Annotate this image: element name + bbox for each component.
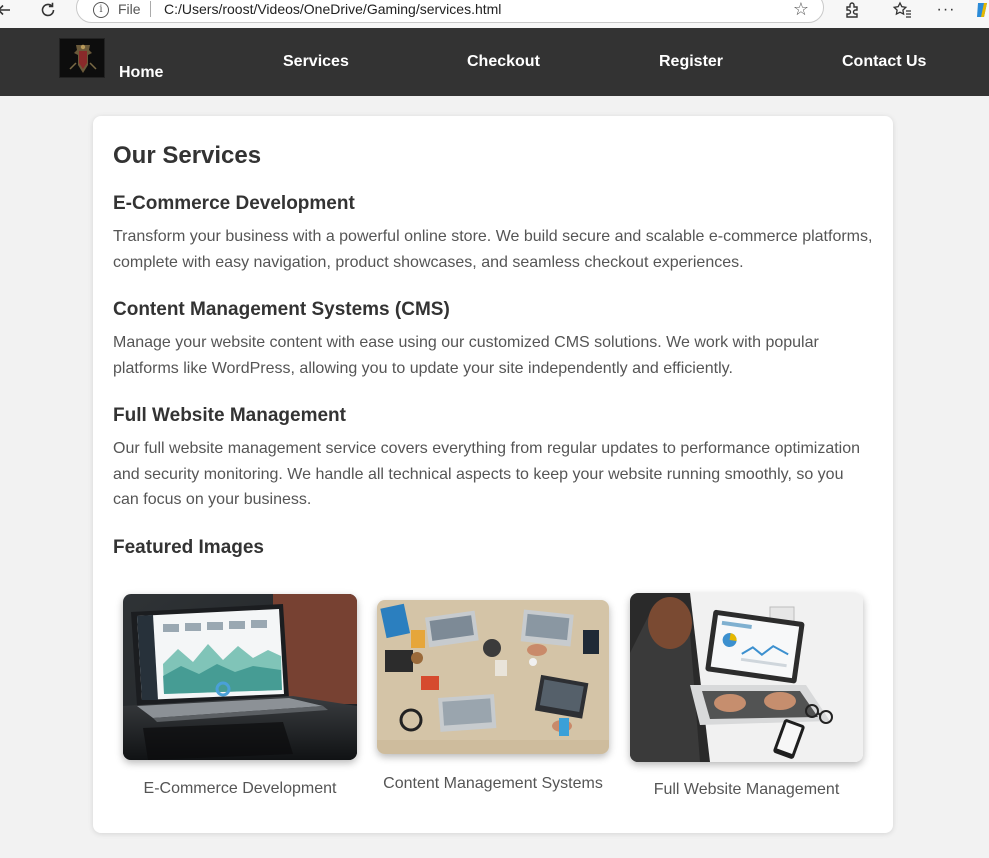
copilot-icon[interactable]	[975, 0, 989, 20]
nav-contact-us[interactable]: Contact Us	[842, 53, 926, 71]
star-icon[interactable]: ☆	[793, 0, 809, 20]
nav-home[interactable]: Home	[119, 64, 163, 82]
address-bar[interactable]: i File C:/Users/roost/Videos/OneDrive/Ga…	[76, 0, 824, 23]
info-icon[interactable]: i	[93, 2, 109, 18]
refresh-icon[interactable]	[38, 0, 58, 20]
extensions-icon[interactable]	[843, 0, 863, 20]
favorites-icon[interactable]	[891, 0, 913, 20]
services-card: Our Services E-Commerce Development Tran…	[93, 116, 893, 833]
section-text-full-management: Our full website management service cove…	[113, 440, 861, 508]
site-nav: Home Services Checkout Register Contact …	[0, 28, 989, 96]
url-text[interactable]: C:/Users/roost/Videos/OneDrive/Gaming/se…	[164, 1, 501, 17]
featured-caption-cms: Content Management Systems	[383, 775, 603, 792]
section-heading-full-management: Full Website Management	[113, 405, 346, 426]
featured-image-cms	[377, 600, 609, 754]
browser-toolbar: i File C:/Users/roost/Videos/OneDrive/Ga…	[0, 0, 989, 28]
file-label: File	[118, 1, 141, 17]
nav-services[interactable]: Services	[283, 53, 349, 71]
more-options-icon[interactable]: ···	[936, 0, 956, 20]
featured-images-heading: Featured Images	[113, 537, 264, 558]
section-heading-ecommerce: E-Commerce Development	[113, 193, 355, 214]
nav-checkout[interactable]: Checkout	[467, 53, 540, 71]
section-text-cms: Manage your website content with ease us…	[113, 334, 819, 377]
address-separator	[150, 1, 151, 17]
site-logo[interactable]	[59, 38, 105, 78]
back-icon[interactable]	[0, 0, 12, 20]
section-text-ecommerce: Transform your business with a powerful …	[113, 228, 873, 271]
section-heading-cms: Content Management Systems (CMS)	[113, 299, 450, 320]
featured-caption-ecommerce: E-Commerce Development	[143, 780, 337, 797]
featured-image-ecommerce	[123, 594, 357, 760]
featured-caption-full-management: Full Website Management	[653, 781, 840, 798]
nav-register[interactable]: Register	[659, 53, 723, 71]
page-title: Our Services	[113, 142, 262, 169]
featured-image-full-management	[630, 593, 863, 762]
